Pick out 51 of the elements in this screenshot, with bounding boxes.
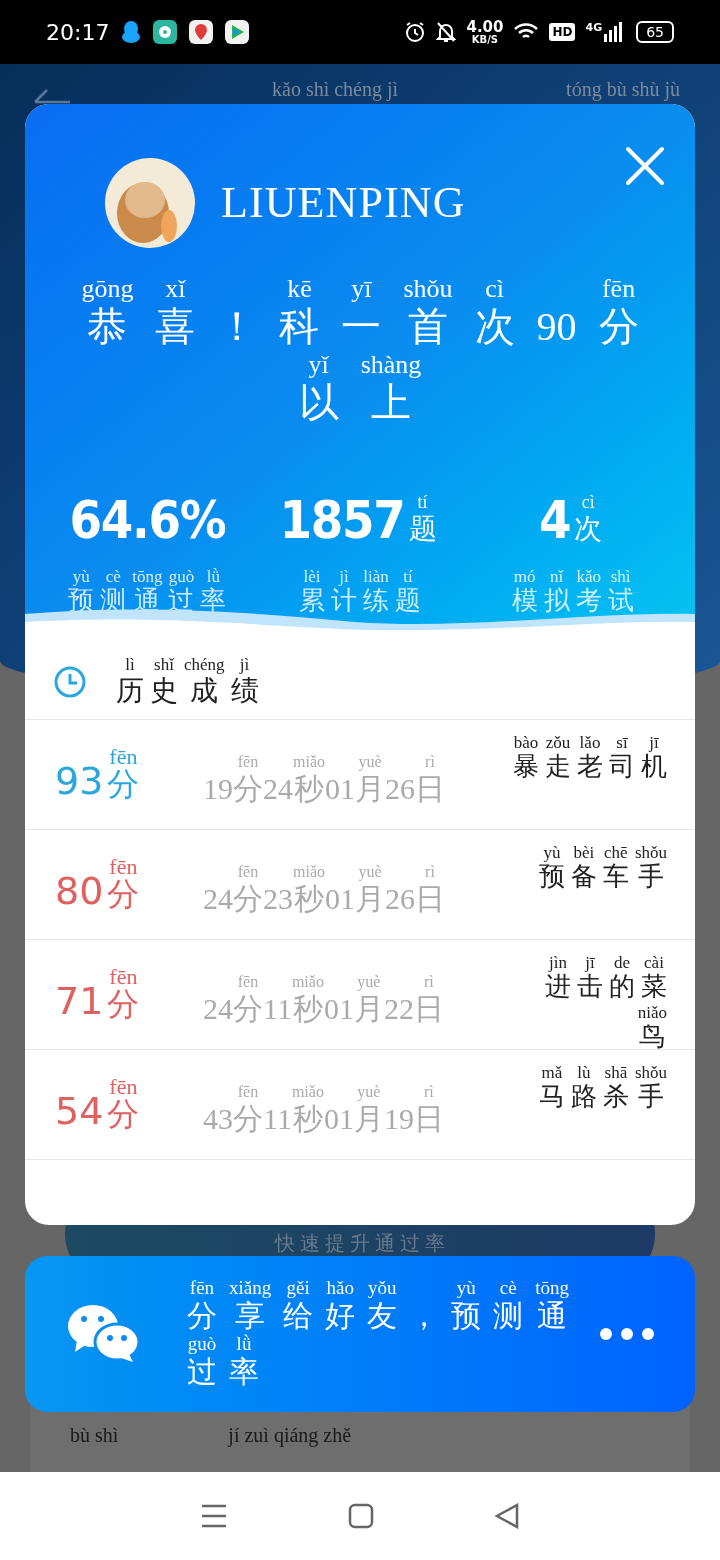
home-icon[interactable] [348,1503,374,1529]
share-banner[interactable]: fēn 分 xiǎng 享 gěi 给 hǎo 好 yǒu 友 ， yù 预 cè 测 tōng 通 guò 过 lǜ 率 [25,1256,695,1412]
score: 93 [55,762,104,800]
stat-value: 1857 [279,494,405,546]
chat-bubbles-icon [67,1304,141,1364]
app-icon[interactable] [153,20,178,44]
clock-time: 20:17 [46,18,110,47]
close-button[interactable] [623,144,667,188]
history-title: lì 历 shǐ 史 chéng 成 jì 绩 [115,655,260,708]
more-icon[interactable] [599,1327,655,1341]
network-type: 4G [585,22,603,33]
exam-time: 24 fēn 分11 miǎo 秒01 yuè 月 22 rì 日 [203,972,445,1027]
stat-label: mó 模 nǐ 拟 kǎo 考 shì 试 [510,568,635,617]
alarm-icon [404,21,427,43]
header-pinyin: kǎo shì chéng jì [272,77,399,103]
score: 71 [55,982,104,1020]
bell-off-icon [436,21,457,43]
battery-indicator: 65 [636,21,674,43]
nickname: jìn 进 jī 击 de 的 cài 菜 niǎo 鸟 [544,954,668,1053]
nickname: mǎ 马 lù 路 shā 杀 shǒu 手 [537,1064,668,1113]
score-unit: fēn 分 [106,966,140,1020]
score: 80 [55,872,104,910]
exam-time: 43 fēn 分11 miǎo 秒01 yuè 月 19 rì 日 [203,1082,445,1137]
exam-time: 19 fēn 分24 miǎo 秒01 yuè 月 26 rì 日 [203,752,446,807]
score-unit: fēn 分 [106,1076,140,1130]
footer-pinyin: bù shì [70,1423,119,1448]
speed-unit: KB/S [471,34,499,45]
stat-unit: tí 题 [407,493,438,546]
back-icon[interactable] [494,1503,520,1529]
stat-unit: cì 次 [573,493,604,546]
map-pin-icon[interactable] [189,20,214,44]
menu-icon[interactable] [200,1503,228,1529]
username: LIUENPING [221,177,466,229]
score-unit: fēn 分 [106,746,140,800]
stat-label: lèi 累 jì 计 liàn 练 tí 题 [298,568,422,617]
header-pinyin: tóng bù shù jù [566,77,680,103]
exam-time: 24 fēn 分23 miǎo 秒01 yuè 月 26 rì 日 [203,862,446,917]
clock-icon [53,664,87,699]
nickname: yù 预 bèi 备 chē 车 shǒu 手 [537,844,668,893]
headline: gōng 恭 xǐ 喜 ！ kē 科 yī 一 shǒu 首 cì 次 90 fēn 分 yǐ 以 shàng 上 [80,276,640,427]
nickname: bào 暴 zǒu 走 lǎo 老 sī 司 jī 机 [512,734,668,783]
score: 54 [55,1092,104,1130]
stat-value: 4 [539,494,571,546]
score-unit: fēn 分 [106,856,140,910]
footer-pinyin: jí zuì qiáng zhě [228,1423,352,1449]
share-text: fēn 分 xiǎng 享 gěi 给 hǎo 好 yǒu 友 ， yù 预 cè 测 tōng 通 guò 过 lǜ 率 [186,1277,570,1390]
play-icon[interactable] [225,20,250,44]
signal-icon [604,22,623,42]
network-speed: 4.00 [466,19,504,35]
stat-value: 64.6% [69,494,226,546]
hd-badge: HD [549,23,576,41]
